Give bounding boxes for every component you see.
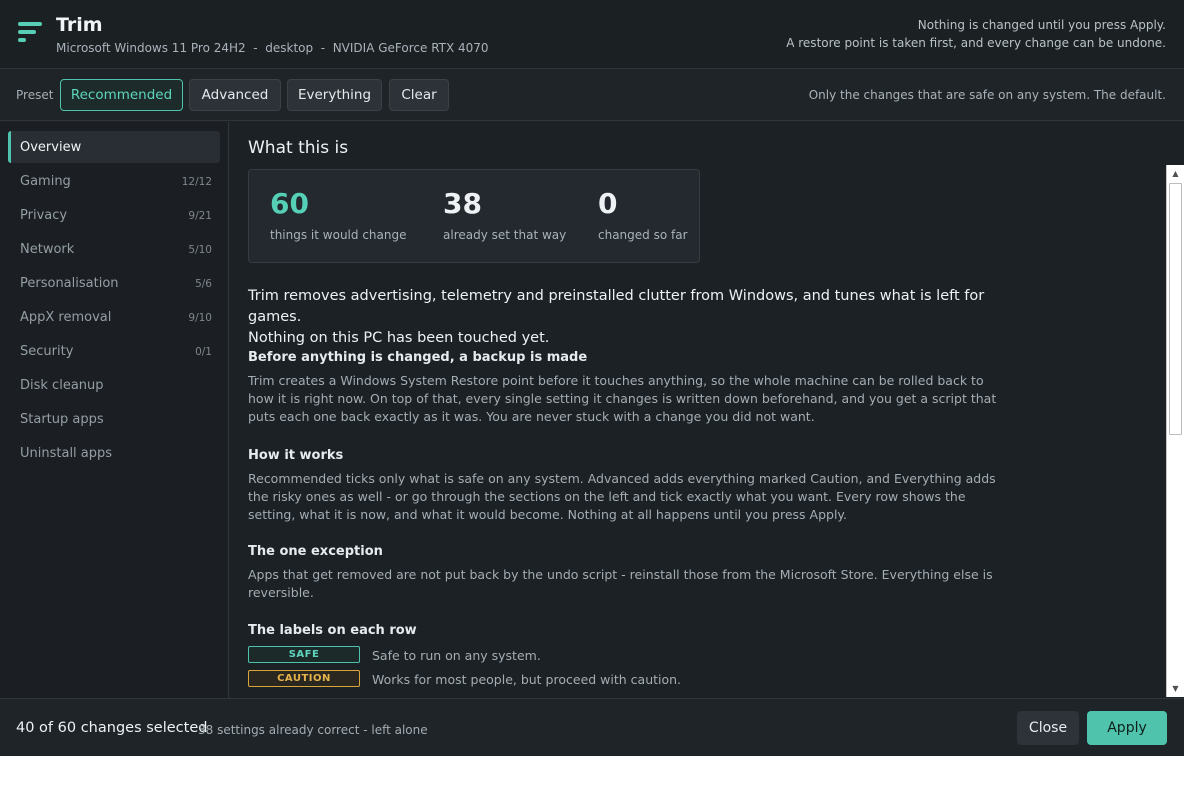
sidebar-item-label: Uninstall apps: [20, 446, 113, 461]
sidebar-item-appx-removal[interactable]: AppX removal 9/10: [8, 301, 220, 333]
already-correct-note: 38 settings already correct - left alone: [198, 723, 428, 737]
sidebar-item-count: 9/10: [188, 312, 212, 324]
notice-line: A restore point is taken first, and ever…: [786, 35, 1166, 50]
apply-notice: Nothing is changed until you press Apply…: [786, 17, 1166, 52]
intro-text: Trim removes advertising, telemetry and …: [248, 286, 1008, 349]
sidebar-item-gaming[interactable]: Gaming 12/12: [8, 165, 220, 197]
app-header: Trim Microsoft Windows 11 Pro 24H2 - des…: [0, 0, 1184, 69]
section-heading-labels: The labels on each row: [248, 623, 417, 638]
section-heading-how-it-works: How it works: [248, 448, 344, 463]
sidebar-item-label: Gaming: [20, 174, 71, 189]
caution-description: Works for most people, but proceed with …: [372, 672, 682, 687]
preset-label: Preset: [16, 88, 54, 102]
sidebar-item-overview[interactable]: Overview: [8, 131, 220, 163]
sidebar: Overview Gaming 12/12 Privacy 9/21 Netwo…: [0, 122, 229, 698]
sidebar-item-disk-cleanup[interactable]: Disk cleanup: [8, 369, 220, 401]
triangle-down-icon[interactable]: ▼: [1167, 680, 1184, 697]
sidebar-item-count: 12/12: [181, 176, 212, 188]
stats-card: 60 things it would change 38 already set…: [248, 169, 700, 263]
intro-line: Nothing on this PC has been touched yet.: [248, 330, 550, 346]
section-body-backup: Trim creates a Windows System Restore po…: [248, 373, 997, 424]
selection-count: 40 of 60 changes selected: [16, 720, 208, 736]
sidebar-item-label: Security: [20, 344, 74, 359]
section-body-exception: Apps that get removed are not put back b…: [248, 567, 993, 600]
sidebar-item-count: 5/6: [195, 278, 212, 290]
sidebar-item-label: Disk cleanup: [20, 378, 104, 393]
page-title: What this is: [248, 138, 349, 158]
sidebar-item-label: Overview: [20, 140, 82, 155]
sidebar-item-uninstall-apps[interactable]: Uninstall apps: [8, 437, 220, 469]
sidebar-item-label: Privacy: [20, 208, 68, 223]
sidebar-item-label: Personalisation: [20, 276, 119, 291]
preset-bar: Preset Recommended Advanced Everything C…: [0, 69, 1184, 121]
section-body-how-it-works: Recommended ticks only what is safe on a…: [248, 471, 996, 522]
notice-line: Nothing is changed until you press Apply…: [917, 18, 1166, 32]
system-info: Microsoft Windows 11 Pro 24H2 - desktop …: [56, 41, 489, 55]
stat-label: changed so far: [598, 228, 688, 242]
safe-description: Safe to run on any system.: [372, 648, 541, 663]
sidebar-item-personalisation[interactable]: Personalisation 5/6: [8, 267, 220, 299]
preset-description: Only the changes that are safe on any sy…: [808, 88, 1166, 102]
stat-changed-so-far: 0 changed so far: [598, 187, 688, 243]
sidebar-item-count: 0/1: [195, 346, 212, 358]
scrollbar-thumb[interactable]: [1169, 183, 1182, 435]
sidebar-item-privacy[interactable]: Privacy 9/21: [8, 199, 220, 231]
sidebar-item-network[interactable]: Network 5/10: [8, 233, 220, 265]
close-button[interactable]: Close: [1017, 711, 1079, 745]
sidebar-item-count: 5/10: [188, 244, 212, 256]
stat-label: already set that way: [443, 228, 567, 242]
sidebar-item-startup-apps[interactable]: Startup apps: [8, 403, 220, 435]
app-window: Trim Microsoft Windows 11 Pro 24H2 - des…: [0, 0, 1184, 756]
preset-recommended-button[interactable]: Recommended: [60, 79, 183, 111]
menu-lines-icon: [18, 22, 44, 48]
sidebar-item-label: Network: [20, 242, 75, 257]
preset-advanced-button[interactable]: Advanced: [189, 79, 281, 111]
caution-badge: CAUTION: [248, 670, 360, 687]
intro-line: Trim removes advertising, telemetry and …: [248, 288, 985, 325]
stat-value: 60: [270, 187, 309, 220]
sidebar-item-label: Startup apps: [20, 412, 104, 427]
stat-already-set: 38 already set that way: [443, 187, 567, 243]
content-scrollbar[interactable]: ▲ ▼: [1166, 165, 1184, 697]
sidebar-item-security[interactable]: Security 0/1: [8, 335, 220, 367]
triangle-up-icon[interactable]: ▲: [1167, 165, 1184, 182]
stat-label: things it would change: [270, 228, 407, 242]
safe-badge: SAFE: [248, 646, 360, 663]
sidebar-item-label: AppX removal: [20, 310, 112, 325]
section-heading-exception: The one exception: [248, 544, 383, 559]
app-title: Trim: [56, 14, 103, 36]
preset-clear-button[interactable]: Clear: [389, 79, 449, 111]
overview-content: What this is 60 things it would change 3…: [230, 122, 1166, 698]
preset-everything-button[interactable]: Everything: [287, 79, 382, 111]
sidebar-item-count: 9/21: [188, 210, 212, 222]
apply-button[interactable]: Apply: [1087, 711, 1167, 745]
section-heading-backup: Before anything is changed, a backup is …: [248, 350, 588, 365]
footer-bar: 40 of 60 changes selected 38 settings al…: [0, 698, 1184, 756]
stat-value: 0: [598, 187, 618, 220]
stat-value: 38: [443, 187, 482, 220]
stat-would-change: 60 things it would change: [270, 187, 407, 243]
